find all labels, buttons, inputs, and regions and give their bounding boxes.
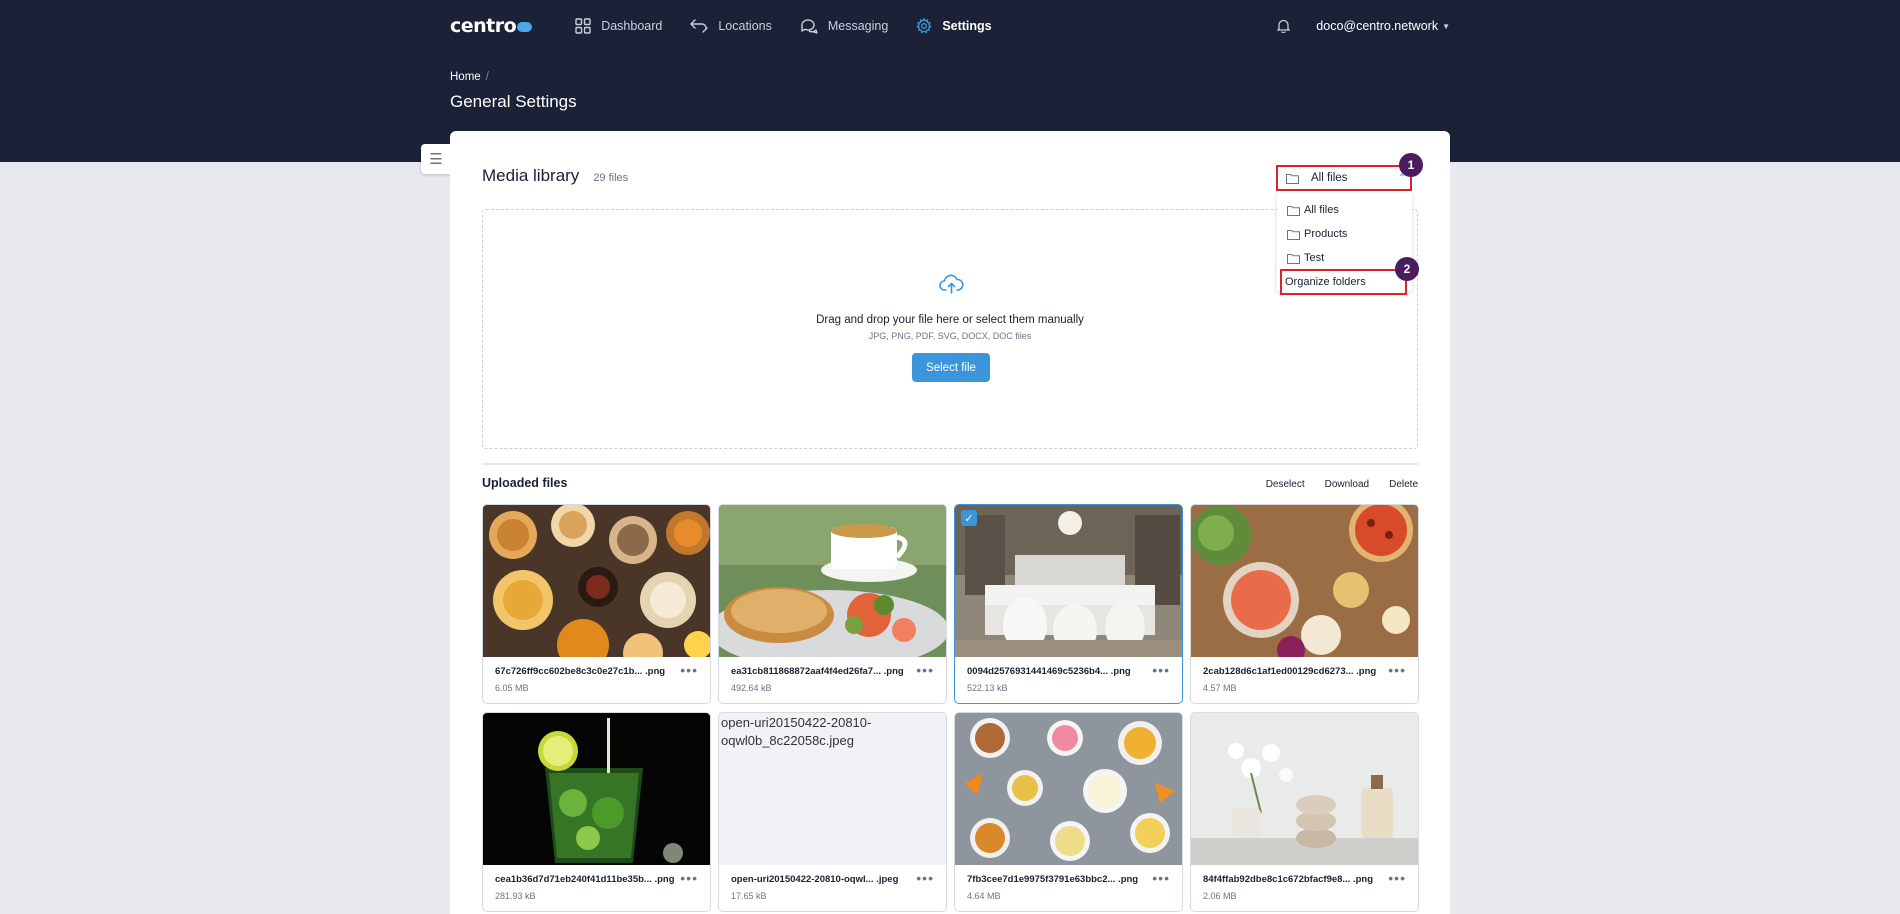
file-name: 7fb3cee7d1e9975f3791e63bbc2... .png	[967, 874, 1139, 885]
folder-select-value: All files	[1311, 172, 1348, 184]
media-library-title: Media library	[482, 166, 580, 185]
user-menu[interactable]: doco@centro.network ▼	[1316, 19, 1450, 33]
file-tile[interactable]: 2cab128d6c1af1ed00129cd6273... .png 4.57…	[1190, 504, 1419, 704]
folder-select[interactable]: All files ⌃	[1276, 165, 1412, 191]
grid-icon	[575, 18, 591, 34]
nav-label: Messaging	[827, 19, 889, 33]
file-thumbnail	[1191, 713, 1418, 865]
file-name: open-uri20150422-20810-oqwl... .jpeg	[731, 874, 899, 885]
file-size: 281.93 kB	[495, 891, 536, 901]
folder-icon	[1287, 205, 1300, 216]
file-thumbnail	[483, 713, 710, 865]
nav-label: Locations	[718, 19, 772, 33]
file-size: 6.05 MB	[495, 683, 529, 693]
more-options-icon[interactable]: •••	[680, 871, 698, 885]
file-tile-selected[interactable]: ✓ 0094d2576931441469c5236b4... .png 522.…	[954, 504, 1183, 704]
hamburger-icon: ☰	[429, 151, 443, 168]
breadcrumb: Home /	[450, 71, 489, 83]
folder-icon	[1286, 173, 1299, 184]
file-tile[interactable]: open-uri20150422-20810-oqwl0b_8c22058c.j…	[718, 712, 947, 912]
nav-label: Settings	[942, 19, 992, 33]
file-tile[interactable]: 84f4ffab92dbe8c1c672bfacf9e8... .png 2.0…	[1190, 712, 1419, 912]
file-thumbnail	[719, 505, 946, 657]
logo-pill	[517, 22, 533, 32]
arrows-icon	[690, 19, 709, 33]
dropdown-item-products[interactable]: Products	[1287, 228, 1347, 240]
file-tile[interactable]: cea1b36d7d71eb240f41d11be35b... .png 281…	[482, 712, 711, 912]
file-size: 4.64 MB	[967, 891, 1001, 901]
top-nav: centro Dashboard Locations Messaging Set…	[450, 0, 1450, 52]
bulk-actions: Deselect Download Delete	[1246, 479, 1418, 490]
file-count: 29 files	[593, 172, 629, 184]
cloud-upload-icon	[939, 274, 964, 299]
dropdown-item-label: Products	[1304, 228, 1348, 240]
sidebar-toggle-button[interactable]: ☰	[421, 144, 451, 174]
more-options-icon[interactable]: •••	[680, 663, 698, 677]
download-button[interactable]: Download	[1325, 479, 1369, 490]
breadcrumb-separator: /	[485, 71, 489, 83]
nav-item-dashboard[interactable]: Dashboard	[575, 18, 662, 34]
folder-icon	[1287, 253, 1300, 264]
chat-icon	[801, 19, 818, 34]
logo-text: centro	[450, 15, 517, 37]
gear-icon	[916, 18, 933, 34]
nav-label: Dashboard	[601, 19, 663, 33]
dropdown-item-label: Test	[1304, 252, 1325, 264]
bell-icon[interactable]	[1277, 19, 1291, 33]
more-options-icon[interactable]: •••	[916, 663, 934, 677]
more-options-icon[interactable]: •••	[1388, 663, 1406, 677]
delete-button[interactable]: Delete	[1389, 479, 1418, 490]
more-options-icon[interactable]: •••	[1152, 663, 1170, 677]
breadcrumb-home[interactable]: Home	[450, 71, 481, 83]
file-thumbnail	[483, 505, 710, 657]
uploaded-files-title: Uploaded files	[482, 476, 568, 490]
divider	[482, 463, 1418, 465]
more-options-icon[interactable]: •••	[1152, 871, 1170, 885]
file-size: 4.57 MB	[1203, 683, 1237, 693]
organize-folders-button[interactable]: Organize folders	[1280, 269, 1407, 295]
file-name: cea1b36d7d71eb240f41d11be35b... .png	[495, 874, 675, 885]
file-thumbnail	[955, 713, 1182, 865]
select-file-button[interactable]: Select file	[912, 353, 990, 382]
file-name: ea31cb811868872aaf4f4ed26fa7... .png	[731, 666, 904, 677]
file-tile[interactable]: ea31cb811868872aaf4f4ed26fa7... .png 492…	[718, 504, 947, 704]
file-thumbnail	[1191, 505, 1418, 657]
more-options-icon[interactable]: •••	[1388, 871, 1406, 885]
broken-image-alt-text: open-uri20150422-20810-oqwl0b_8c22058c.j…	[719, 713, 946, 865]
step-badge-1: 1	[1399, 153, 1423, 177]
file-name: 0094d2576931441469c5236b4... .png	[967, 666, 1131, 677]
dropdown-item-label: All files	[1304, 204, 1339, 216]
user-email: doco@centro.network	[1316, 19, 1439, 33]
file-tile[interactable]: 67c726ff9cc602be8c3c0e27c1b... .png 6.05…	[482, 504, 711, 704]
dropzone-text: Drag and drop your file here or select t…	[816, 314, 1084, 326]
file-name: 84f4ffab92dbe8c1c672bfacf9e8... .png	[1203, 874, 1374, 885]
dropzone-formats: JPG, PNG, PDF, SVG, DOCX, DOC files	[868, 331, 1032, 341]
page-title: General Settings	[450, 92, 577, 111]
nav-item-messaging[interactable]: Messaging	[800, 18, 888, 34]
checkbox-checked-icon[interactable]: ✓	[961, 510, 977, 526]
step-badge-2: 2	[1395, 257, 1419, 281]
file-name: 2cab128d6c1af1ed00129cd6273... .png	[1203, 666, 1377, 677]
file-tile[interactable]: 7fb3cee7d1e9975f3791e63bbc2... .png 4.64…	[954, 712, 1183, 912]
nav-item-settings[interactable]: Settings	[916, 18, 992, 34]
deselect-button[interactable]: Deselect	[1266, 479, 1305, 490]
file-thumbnail	[955, 505, 1182, 657]
nav-item-locations[interactable]: Locations	[690, 18, 772, 34]
folder-icon	[1287, 229, 1300, 240]
file-size: 2.06 MB	[1203, 891, 1237, 901]
dropdown-item-all-files[interactable]: All files	[1287, 204, 1339, 216]
file-size: 522.13 kB	[967, 683, 1008, 693]
file-size: 17.65 kB	[731, 891, 767, 901]
dropdown-item-test[interactable]: Test	[1287, 252, 1324, 264]
chevron-down-icon: ▼	[1442, 21, 1450, 31]
file-size: 492.64 kB	[731, 683, 772, 693]
media-library-card: Media library 29 files All files ⌃ 1 Dra…	[450, 131, 1450, 914]
logo[interactable]: centro	[450, 15, 533, 37]
more-options-icon[interactable]: •••	[916, 871, 934, 885]
file-name: 67c726ff9cc602be8c3c0e27c1b... .png	[495, 666, 666, 677]
